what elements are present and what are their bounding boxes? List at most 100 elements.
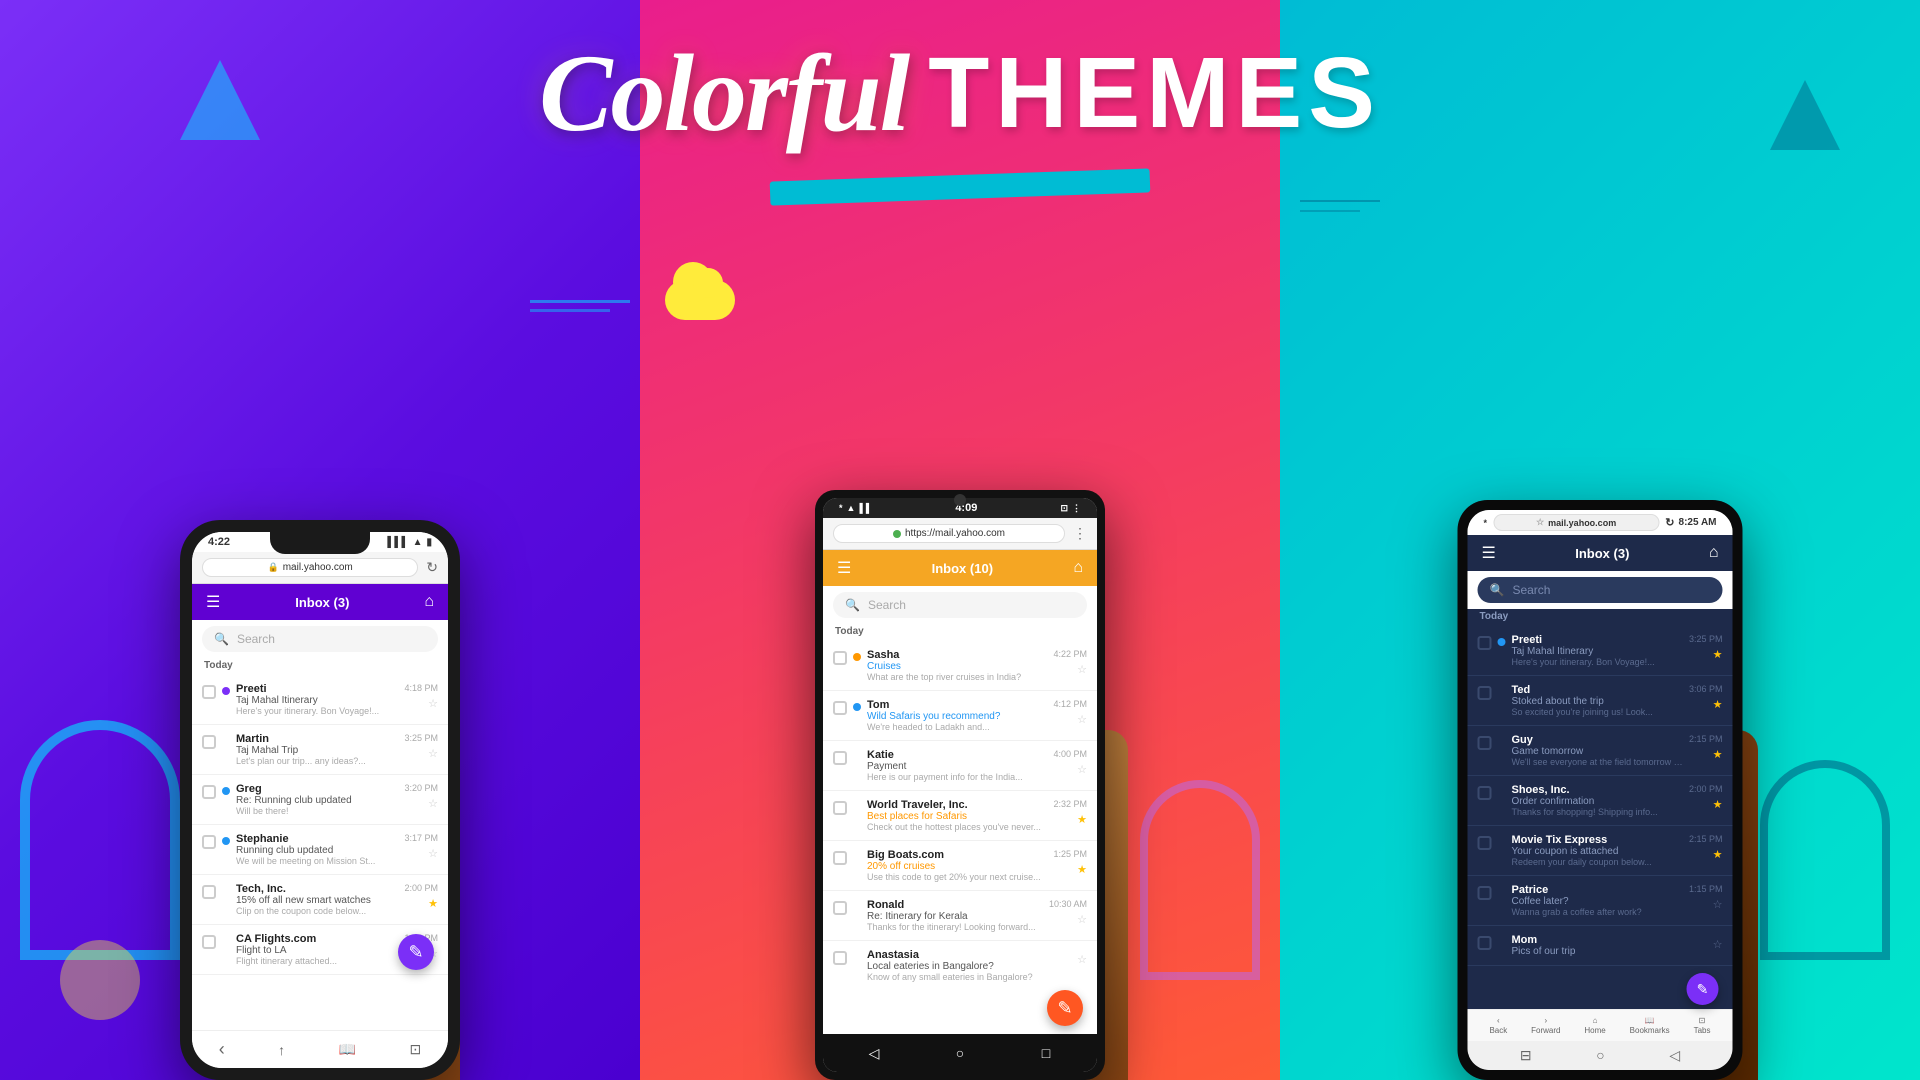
url-bar-center[interactable]: https://mail.yahoo.com <box>833 524 1065 543</box>
email-item[interactable]: Tom Wild Safaris you recommend? We're he… <box>823 691 1097 741</box>
search-bar-center[interactable]: 🔍 Search <box>833 592 1087 618</box>
hw-back[interactable]: ◁ <box>1669 1047 1680 1064</box>
checkbox[interactable] <box>202 785 216 799</box>
email-item[interactable]: Mom Pics of our trip ☆ <box>1468 926 1733 966</box>
checkbox[interactable] <box>202 885 216 899</box>
star-icon[interactable]: ☆ <box>1077 663 1087 676</box>
email-meta: 1:15 PM ☆ <box>1689 884 1723 911</box>
checkbox[interactable] <box>833 801 847 815</box>
read-dot <box>1498 938 1506 946</box>
android-home[interactable]: ○ <box>949 1042 971 1064</box>
star-icon[interactable]: ☆ <box>1077 713 1087 726</box>
star-icon[interactable]: ☆ <box>1077 953 1087 966</box>
email-item[interactable]: Shoes, Inc. Order confirmation Thanks fo… <box>1468 776 1733 826</box>
checkbox[interactable] <box>833 901 847 915</box>
back-icon[interactable]: ‹ <box>219 1039 225 1060</box>
hamburger-icon[interactable]: ☰ <box>1482 543 1496 563</box>
android-back[interactable]: ◁ <box>863 1042 885 1064</box>
star-icon[interactable]: ☆ <box>1713 898 1723 911</box>
checkbox[interactable] <box>202 835 216 849</box>
nav-home[interactable]: ⌂ Home <box>1584 1016 1605 1035</box>
star-icon[interactable]: ☆ <box>428 697 438 710</box>
email-item[interactable]: Preeti Taj Mahal Itinerary Here's your i… <box>1468 626 1733 676</box>
search-bar-left[interactable]: 🔍 Search <box>202 626 438 652</box>
star-icon[interactable]: ☆ <box>428 797 438 810</box>
checkbox[interactable] <box>202 735 216 749</box>
nav-forward[interactable]: › Forward <box>1531 1016 1560 1035</box>
email-item[interactable]: Sasha Cruises What are the top river cru… <box>823 641 1097 691</box>
star-icon[interactable]: ☆ <box>428 847 438 860</box>
android-recent[interactable]: □ <box>1035 1042 1057 1064</box>
time: 3:25 PM <box>404 733 438 743</box>
checkbox[interactable] <box>1478 836 1492 850</box>
email-item[interactable]: Preeti Taj Mahal Itinerary Here's your i… <box>192 675 448 725</box>
search-bar-right[interactable]: 🔍 Search <box>1478 577 1723 603</box>
checkbox[interactable] <box>833 951 847 965</box>
bookmarks-icon[interactable]: 📖 <box>339 1041 356 1058</box>
star-icon-gold[interactable]: ★ <box>1077 863 1087 876</box>
email-item[interactable]: Ronald Re: Itinerary for Kerala Thanks f… <box>823 891 1097 941</box>
star-icon[interactable]: ★ <box>1713 748 1723 761</box>
email-item[interactable]: Patrice Coffee later? Wanna grab a coffe… <box>1468 876 1733 926</box>
email-item[interactable]: Tech, Inc. 15% off all new smart watches… <box>192 875 448 925</box>
star-icon[interactable]: ★ <box>1713 698 1723 711</box>
star-icon[interactable]: ☆ <box>1077 913 1087 926</box>
email-item[interactable]: Guy Game tomorrow We'll see everyone at … <box>1468 726 1733 776</box>
email-meta: ☆ <box>1077 949 1087 966</box>
checkbox[interactable] <box>1478 936 1492 950</box>
star-icon[interactable]: ★ <box>1713 848 1723 861</box>
email-item[interactable]: Stephanie Running club updated We will b… <box>192 825 448 875</box>
hw-recent[interactable]: ⊟ <box>1520 1047 1532 1064</box>
checkbox[interactable] <box>833 701 847 715</box>
preview: Flight itinerary attached... <box>236 956 398 966</box>
star-icon[interactable]: ★ <box>1713 798 1723 811</box>
reload-icon[interactable]: ↻ <box>426 559 438 576</box>
email-item[interactable]: Katie Payment Here is our payment info f… <box>823 741 1097 791</box>
star-icon[interactable]: ☆ <box>428 747 438 760</box>
subject: Taj Mahal Trip <box>236 745 398 756</box>
hamburger-icon[interactable]: ☰ <box>837 558 851 578</box>
browser-bar-center[interactable]: https://mail.yahoo.com ⋮ <box>823 518 1097 550</box>
fab-button-center[interactable]: ✎ <box>1047 990 1083 1026</box>
checkbox[interactable] <box>1478 636 1492 650</box>
more-icon[interactable]: ⋮ <box>1073 525 1087 542</box>
hw-home[interactable]: ○ <box>1596 1047 1604 1064</box>
url-bar-samsung[interactable]: ☆ mail.yahoo.com <box>1493 514 1659 531</box>
browser-bar-left[interactable]: 🔒 mail.yahoo.com ↻ <box>192 552 448 584</box>
star-icon[interactable]: ☆ <box>1077 763 1087 776</box>
checkbox[interactable] <box>202 935 216 949</box>
checkbox[interactable] <box>833 851 847 865</box>
email-item[interactable]: Movie Tix Express Your coupon is attache… <box>1468 826 1733 876</box>
tabs-icon[interactable]: ⊡ <box>410 1041 422 1058</box>
url-bar[interactable]: 🔒 mail.yahoo.com <box>202 558 418 577</box>
checkbox[interactable] <box>833 751 847 765</box>
nav-tabs[interactable]: ⊡ Tabs <box>1694 1016 1711 1035</box>
fab-button-right[interactable]: ✎ <box>1687 973 1719 1005</box>
email-item[interactable]: Greg Re: Running club updated Will be th… <box>192 775 448 825</box>
star-icon[interactable]: ☆ <box>1713 938 1723 951</box>
hamburger-icon[interactable]: ☰ <box>206 592 220 612</box>
fab-button[interactable]: ✎ <box>398 934 434 970</box>
checkbox[interactable] <box>1478 786 1492 800</box>
home-icon[interactable]: ⌂ <box>1709 544 1719 562</box>
home-icon[interactable]: ⌂ <box>424 593 434 611</box>
star-icon[interactable]: ★ <box>1713 648 1723 661</box>
checkbox[interactable] <box>1478 736 1492 750</box>
star-icon-gold[interactable]: ★ <box>1077 813 1087 826</box>
checkbox[interactable] <box>833 651 847 665</box>
email-item[interactable]: Martin Taj Mahal Trip Let's plan our tri… <box>192 725 448 775</box>
email-item[interactable]: Ted Stoked about the trip So excited you… <box>1468 676 1733 726</box>
email-item[interactable]: Anastasia Local eateries in Bangalore? K… <box>823 941 1097 984</box>
nav-bookmarks[interactable]: 📖 Bookmarks <box>1630 1016 1670 1035</box>
checkbox[interactable] <box>1478 686 1492 700</box>
star-icon-gold[interactable]: ★ <box>428 897 438 910</box>
checkbox[interactable] <box>202 685 216 699</box>
email-item[interactable]: Big Boats.com 20% off cruises Use this c… <box>823 841 1097 891</box>
checkbox[interactable] <box>1478 886 1492 900</box>
nav-back[interactable]: ‹ Back <box>1489 1016 1507 1035</box>
time: 3:17 PM <box>404 833 438 843</box>
home-icon[interactable]: ⌂ <box>1073 559 1083 577</box>
email-item[interactable]: World Traveler, Inc. Best places for Saf… <box>823 791 1097 841</box>
share-icon[interactable]: ↑ <box>278 1042 285 1058</box>
refresh-icon[interactable]: ↻ <box>1665 516 1674 529</box>
